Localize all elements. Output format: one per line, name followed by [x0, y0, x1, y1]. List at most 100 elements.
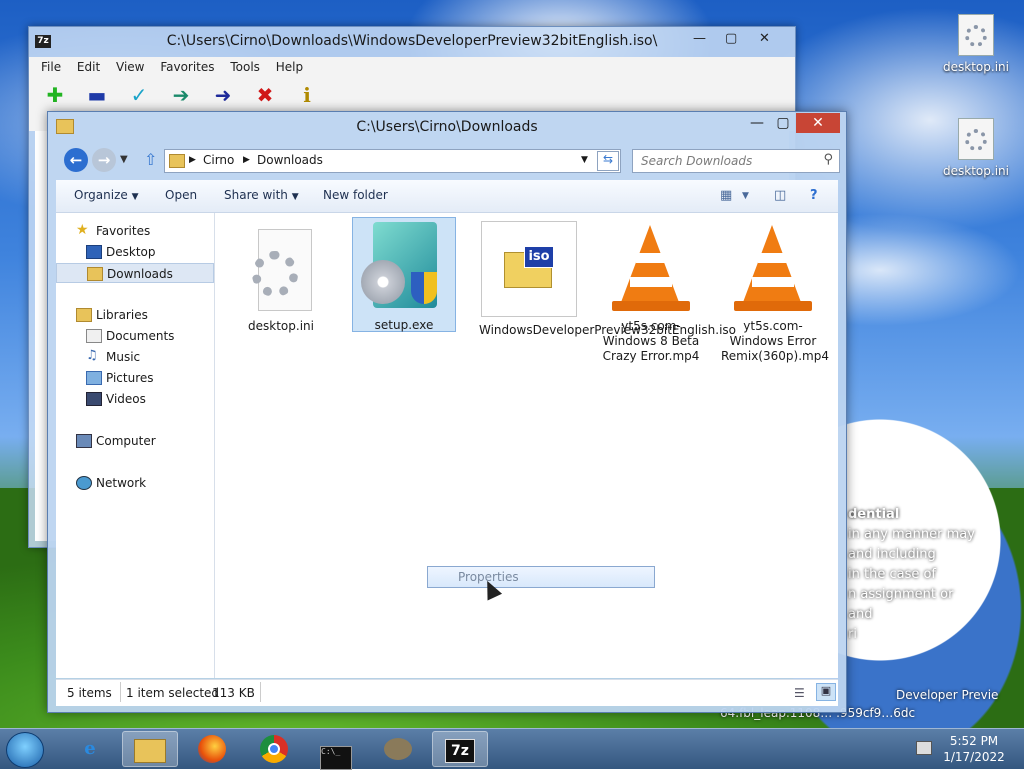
7zip-icon[interactable]: 7z — [432, 731, 488, 767]
address-dropdown-icon[interactable]: ▼ — [581, 155, 588, 165]
minimize-button[interactable]: — — [744, 114, 770, 132]
file-explorer-icon[interactable] — [122, 731, 178, 767]
chevron-down-icon: ▼ — [291, 192, 299, 202]
back-button[interactable]: ← — [64, 148, 88, 172]
forward-button[interactable]: → — [92, 148, 116, 172]
nav-videos[interactable]: Videos — [56, 389, 214, 409]
close-button[interactable]: ✕ — [796, 113, 840, 133]
iso-file-icon: iso — [481, 221, 577, 317]
copy-icon[interactable]: ➔ — [167, 83, 195, 107]
breadcrumb-cirno[interactable]: Cirno — [203, 153, 234, 167]
info-icon[interactable]: i — [293, 83, 321, 107]
breadcrumb-downloads[interactable]: Downloads — [257, 153, 323, 167]
explorer-window[interactable]: C:\Users\Cirno\Downloads — ▢ ✕ ← → ▼ ⇧ ▶… — [47, 111, 847, 713]
explorer-titlebar[interactable]: C:\Users\Cirno\Downloads — ▢ ✕ — [48, 112, 846, 140]
search-placeholder: Search Downloads — [641, 154, 753, 168]
settings-file-icon — [958, 118, 994, 160]
firefox-icon[interactable] — [184, 731, 240, 767]
test-icon[interactable]: ✓ — [125, 83, 153, 107]
chevron-down-icon: ▼ — [131, 192, 139, 202]
nav-pictures[interactable]: Pictures — [56, 368, 214, 388]
nav-downloads[interactable]: Downloads — [56, 263, 214, 283]
pictures-icon — [86, 371, 102, 385]
star-icon: ★ — [76, 222, 89, 238]
item-count: 5 items — [67, 686, 112, 700]
change-view-icon[interactable]: ▦ — [720, 188, 732, 203]
minimize-icon[interactable]: — — [693, 31, 706, 46]
view-options-chevron-icon[interactable]: ▼ — [742, 191, 749, 201]
recent-pages-chevron-icon[interactable]: ▼ — [120, 154, 128, 165]
new-folder-button[interactable]: New folder — [323, 188, 388, 202]
7zip-menubar: File Edit View Favorites Tools Help — [29, 57, 795, 79]
network-icon — [76, 476, 92, 490]
help-icon[interactable]: ? — [810, 188, 818, 203]
nav-network[interactable]: Network — [56, 473, 214, 493]
explorer-title: C:\Users\Cirno\Downloads — [356, 119, 538, 135]
cmd-icon[interactable]: C:\_ — [308, 731, 364, 770]
search-icon[interactable]: ⚲ — [823, 152, 833, 167]
maximize-button[interactable]: ▢ — [770, 114, 796, 132]
maximize-icon[interactable]: ▢ — [725, 31, 737, 46]
vlc-media-icon — [606, 221, 696, 313]
file-list[interactable]: desktop.ini setup.exe iso WindowsDevelop… — [215, 213, 838, 678]
search-box[interactable]: Search Downloads ⚲ — [632, 149, 840, 173]
menu-tools[interactable]: Tools — [224, 57, 266, 77]
internet-explorer-icon[interactable]: e — [62, 731, 118, 767]
music-icon: ♫ — [86, 348, 98, 363]
downloads-folder-icon — [169, 154, 185, 168]
address-bar[interactable]: ▶ Cirno ▶ Downloads ▼ ⇆ — [164, 149, 621, 173]
file-item[interactable]: yt5s.com-Windows Error Remix(360p).mp4 — [721, 219, 829, 364]
7zip-titlebar[interactable]: 7z C:\Users\Cirno\Downloads\WindowsDevel… — [29, 27, 795, 57]
desktop-icon-desktop-ini-1[interactable]: desktop.ini — [938, 14, 1014, 74]
refresh-icon[interactable]: ⇆ — [597, 151, 619, 171]
up-arrow-icon[interactable]: ⇧ — [144, 150, 157, 169]
nav-desktop[interactable]: Desktop — [56, 242, 214, 262]
large-icons-view-icon[interactable]: ▣ — [816, 683, 836, 701]
system-clock[interactable]: 5:52 PM 1/17/2022 — [938, 733, 1010, 765]
breadcrumb-chevron-icon[interactable]: ▶ — [189, 155, 196, 165]
extract-icon[interactable]: ▬ — [83, 83, 111, 107]
library-icon — [76, 308, 92, 322]
selection-count: 1 item selected — [126, 686, 220, 700]
computer-icon — [76, 434, 92, 448]
menu-edit[interactable]: Edit — [71, 57, 106, 77]
nav-favorites[interactable]: ★ Favorites — [56, 221, 214, 241]
menu-help[interactable]: Help — [270, 57, 309, 77]
7zip-title: C:\Users\Cirno\Downloads\WindowsDevelope… — [166, 33, 658, 49]
delete-icon[interactable]: ✖ — [251, 83, 279, 107]
nav-music[interactable]: ♫ Music — [56, 347, 214, 367]
network-tray-icon[interactable] — [916, 741, 932, 755]
settings-file-icon — [236, 221, 326, 313]
share-with-button[interactable]: Share with ▼ — [224, 188, 299, 202]
wallpaper-text: dential in any manner may and including … — [848, 507, 975, 642]
file-item-selected[interactable]: setup.exe — [352, 217, 456, 332]
breadcrumb-chevron-icon[interactable]: ▶ — [243, 155, 250, 165]
navigation-pane: ★ Favorites Desktop Downloads Libraries … — [56, 213, 215, 678]
organize-button[interactable]: Organize ▼ — [74, 188, 139, 202]
desktop-icon-desktop-ini-2[interactable]: desktop.ini — [938, 118, 1014, 178]
file-item[interactable]: yt5s.com-Windows 8 Beta Crazy Error.mp4 — [599, 219, 703, 364]
chrome-icon[interactable] — [246, 731, 302, 767]
close-icon[interactable]: ✕ — [759, 31, 770, 46]
nav-computer[interactable]: Computer — [56, 431, 214, 451]
move-icon[interactable]: ➜ — [209, 83, 237, 107]
nav-documents[interactable]: Documents — [56, 326, 214, 346]
nav-libraries[interactable]: Libraries — [56, 305, 214, 325]
open-button[interactable]: Open — [165, 188, 197, 202]
preview-pane-icon[interactable]: ◫ — [774, 188, 786, 203]
menu-file[interactable]: File — [35, 57, 67, 77]
menu-view[interactable]: View — [110, 57, 150, 77]
address-row: ← → ▼ ⇧ ▶ Cirno ▶ Downloads ▼ ⇆ Search D… — [48, 144, 846, 176]
videos-icon — [86, 392, 102, 406]
details-view-icon[interactable]: ☰ — [794, 686, 805, 700]
add-icon[interactable]: ✚ — [41, 83, 69, 107]
taskbar: e C:\_ 7z 5:52 PM 1/17/2022 — [0, 728, 1024, 770]
start-button[interactable] — [6, 732, 44, 768]
desktop-icon — [86, 245, 102, 259]
command-bar: Organize ▼ Open Share with ▼ New folder … — [56, 180, 838, 213]
menu-favorites[interactable]: Favorites — [154, 57, 220, 77]
file-item[interactable]: desktop.ini — [229, 219, 333, 334]
gimp-icon[interactable] — [370, 731, 426, 767]
file-item[interactable]: iso WindowsDeveloperPreview32bitEnglish.… — [477, 219, 736, 338]
vlc-media-icon — [728, 221, 818, 313]
